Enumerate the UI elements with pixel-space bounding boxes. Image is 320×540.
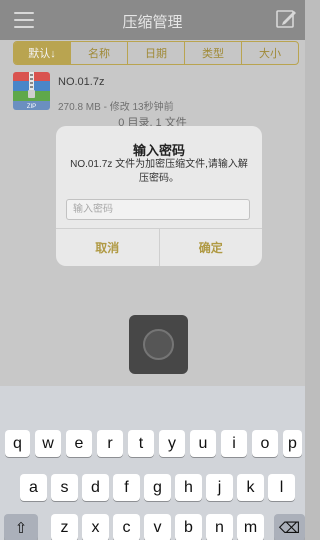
dialog-buttons: 取消 确定 (56, 228, 262, 266)
key-j[interactable]: j (206, 474, 233, 501)
key-y[interactable]: y (159, 430, 185, 457)
key-l[interactable]: l (268, 474, 295, 501)
key-t[interactable]: t (128, 430, 154, 457)
assistive-touch-icon (143, 329, 174, 360)
key-h[interactable]: h (175, 474, 202, 501)
keyboard-row-1: q w e r t y u i o p (0, 430, 305, 458)
header-bar: 压缩管理 (0, 0, 305, 40)
key-n[interactable]: n (206, 514, 233, 540)
key-b[interactable]: b (175, 514, 202, 540)
key-r[interactable]: r (97, 430, 123, 457)
page-title: 压缩管理 (122, 14, 183, 31)
cancel-button[interactable]: 取消 (56, 229, 159, 266)
delete-key-icon[interactable]: ⌫ (274, 514, 305, 540)
key-g[interactable]: g (144, 474, 171, 501)
key-x[interactable]: x (82, 514, 109, 540)
edit-icon[interactable] (275, 8, 297, 30)
file-name[interactable]: NO.01.7z (58, 76, 104, 88)
key-c[interactable]: c (113, 514, 140, 540)
keyboard-row-3: ⇧ z x c v b n m ⌫ (0, 514, 305, 540)
tab-sort-name[interactable]: 名称 (70, 42, 127, 64)
password-input[interactable] (66, 199, 250, 220)
confirm-button[interactable]: 确定 (158, 229, 263, 266)
onscreen-keyboard: q w e r t y u i o p a s d f g h j k l ⇧ … (0, 386, 305, 540)
key-e[interactable]: e (66, 430, 92, 457)
key-i[interactable]: i (221, 430, 247, 457)
tab-sort-type[interactable]: 类型 (184, 42, 241, 64)
assistive-touch-button[interactable] (129, 315, 188, 374)
archive-file-icon[interactable]: ZIP (13, 72, 50, 110)
key-w[interactable]: w (35, 430, 61, 457)
tab-sort-date[interactable]: 日期 (127, 42, 184, 64)
app-screen: 压缩管理 默认↓ 名称 日期 类型 大小 ZIP NO.01.7z 270.8 … (0, 0, 305, 540)
key-d[interactable]: d (82, 474, 109, 501)
key-p[interactable]: p (283, 430, 302, 457)
key-u[interactable]: u (190, 430, 216, 457)
archive-icon-label: ZIP (27, 104, 36, 110)
tab-sort-default[interactable]: 默认↓ (14, 42, 70, 64)
key-z[interactable]: z (51, 514, 78, 540)
dialog-title: 输入密码 (132, 143, 185, 158)
key-a[interactable]: a (20, 474, 47, 501)
key-k[interactable]: k (237, 474, 264, 501)
sort-tabs: 默认↓ 名称 日期 类型 大小 (13, 41, 299, 65)
key-s[interactable]: s (51, 474, 78, 501)
key-v[interactable]: v (144, 514, 171, 540)
shift-key-icon[interactable]: ⇧ (4, 514, 38, 540)
tab-sort-size[interactable]: 大小 (241, 42, 298, 64)
keyboard-row-2: a s d f g h j k l (0, 474, 305, 502)
password-dialog: 输入密码 NO.01.7z 文件为加密压缩文件,请输入解压密码。 取消 确定 (56, 126, 262, 266)
key-m[interactable]: m (237, 514, 264, 540)
file-meta: 270.8 MB - 修改 13秒钟前 (58, 102, 174, 113)
dialog-message: NO.01.7z 文件为加密压缩文件,请输入解压密码。 (70, 159, 248, 184)
key-q[interactable]: q (5, 430, 30, 457)
key-f[interactable]: f (113, 474, 140, 501)
key-o[interactable]: o (252, 430, 278, 457)
